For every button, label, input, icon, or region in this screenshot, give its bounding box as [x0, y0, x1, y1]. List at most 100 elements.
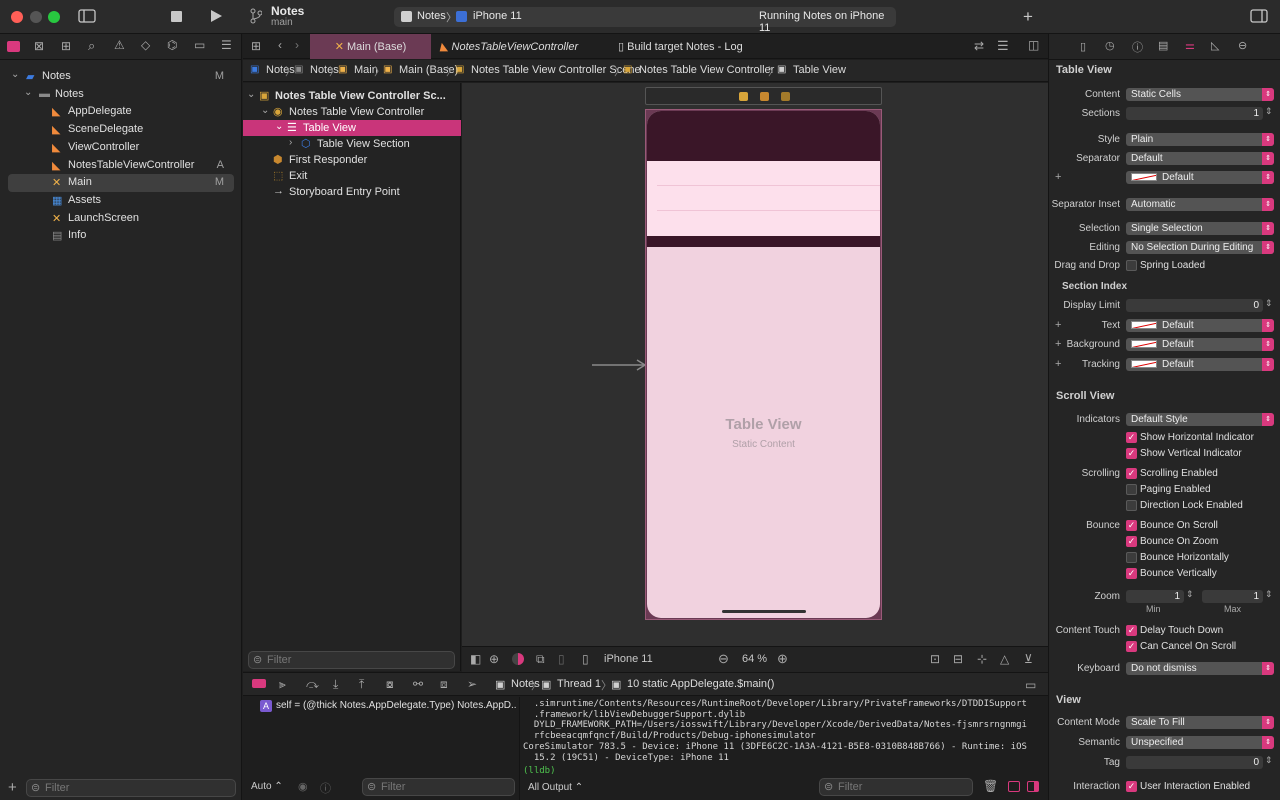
can-cancel-checkbox[interactable]: ✓ [1126, 641, 1137, 652]
view-controller-icon[interactable] [739, 92, 748, 101]
breadcrumb-item[interactable]: Table View [793, 64, 846, 76]
size-inspector-icon[interactable]: ◺ [1211, 39, 1219, 52]
stepper-icon[interactable]: ⇕ [1265, 589, 1273, 600]
outline-filter-field[interactable]: ⊜ Filter [248, 651, 455, 669]
output-selector[interactable]: All Output ⌃ [528, 782, 583, 793]
test-icon[interactable]: ◇ [141, 38, 150, 52]
outline-item[interactable]: ⌄ ▣ Notes Table View Controller Sc... [243, 88, 461, 104]
exit-icon[interactable] [781, 92, 790, 101]
scheme-name[interactable]: Notes [417, 10, 446, 22]
stepper-icon[interactable]: ⇕ [1265, 755, 1273, 766]
spring-loaded-checkbox[interactable] [1126, 260, 1137, 271]
disclosure-closed-icon[interactable]: › [289, 137, 292, 148]
navigator-item[interactable]: ◣ SceneDelegate [0, 121, 242, 139]
zoom-in-icon[interactable]: ⊕ [777, 651, 788, 667]
forward-icon[interactable]: › [295, 38, 299, 52]
editing-popup[interactable]: No Selection During Editing ⇕ [1126, 241, 1274, 254]
find-icon[interactable]: ⌕ [88, 38, 95, 54]
navigator-item[interactable]: ◣ NotesTableViewController A [0, 157, 242, 175]
content-popup[interactable]: Static Cells ⇕ [1126, 88, 1274, 101]
bounce-vertically-checkbox[interactable]: ✓ [1126, 568, 1137, 579]
grid-icon[interactable]: ⊞ [251, 39, 261, 53]
disclosure-chevron-icon[interactable]: ⌄ [261, 105, 269, 116]
zoom-min-field[interactable]: 1 [1126, 590, 1184, 603]
back-icon[interactable]: ‹ [278, 38, 282, 52]
navigator-item[interactable]: ◣ ViewController [0, 139, 242, 157]
history-inspector-icon[interactable]: ◷ [1105, 39, 1115, 52]
paging-enabled-checkbox[interactable] [1126, 484, 1137, 495]
entry-point-arrow[interactable] [592, 359, 648, 371]
debug-icon[interactable]: ⌬ [167, 38, 177, 52]
tab-notes-table-view-controller[interactable]: ◣ NotesTableViewController [440, 34, 600, 59]
orientation-icon[interactable]: ⧉ [536, 652, 545, 667]
folder-icon[interactable] [7, 41, 20, 52]
layout-icon[interactable]: ▯ [558, 652, 565, 666]
show-console-icon[interactable] [1027, 781, 1039, 792]
tab-build-log[interactable]: ▯ Build target Notes - Log [618, 34, 788, 59]
issue-icon[interactable]: ⚠ [114, 38, 125, 52]
debug-breadcrumb-item[interactable]: Thread 1 [557, 678, 601, 690]
step-into-icon[interactable]: ⤓ [333, 677, 338, 692]
console-view[interactable]: .simruntime/Contents/Resources/RuntimeRo… [521, 697, 1048, 800]
breakpoint-icon[interactable]: ▭ [194, 38, 205, 52]
show-vertical-checkbox[interactable]: ✓ [1126, 448, 1137, 459]
direction-lock-checkbox[interactable] [1126, 500, 1137, 511]
disclosure-chevron-icon[interactable]: ⌄ [24, 87, 32, 98]
inspector-toggle-icon[interactable] [1250, 9, 1268, 23]
connections-inspector-icon[interactable]: ⊖ [1238, 39, 1247, 52]
bounce-on-zoom-checkbox[interactable]: ✓ [1126, 536, 1137, 547]
hide-debug-area-icon[interactable]: ▭ [1025, 678, 1036, 692]
selection-popup[interactable]: Single Selection ⇕ [1126, 222, 1274, 235]
zoom-window-button[interactable] [48, 11, 60, 23]
refresh-icon[interactable]: ⇄ [974, 39, 984, 53]
interface-style-icon[interactable] [512, 653, 524, 665]
device-icon[interactable]: ▯ [582, 652, 589, 666]
text-color-popup[interactable]: Default ⇕ [1126, 319, 1274, 332]
tracking-color-popup[interactable]: Default ⇕ [1126, 358, 1274, 371]
display-limit-field[interactable]: 0 [1126, 299, 1263, 312]
memory-graph-icon[interactable]: ⚯ [413, 677, 423, 691]
navigator-item[interactable]: ▦ Assets [0, 192, 242, 210]
scene-frame[interactable]: Table View Static Content [645, 109, 882, 620]
trash-icon[interactable]: 🗑 [983, 779, 998, 793]
view-debugger-icon[interactable]: ⧇ [386, 677, 394, 692]
help-inspector-icon[interactable]: ⓘ [1132, 39, 1143, 55]
stepper-icon[interactable]: ⇕ [1265, 106, 1273, 117]
stepper-icon[interactable]: ⇕ [1186, 589, 1194, 600]
outline-item[interactable]: ⌄ ☰ Table View [243, 120, 461, 136]
storyboard-canvas[interactable]: Table View Static Content [462, 83, 1048, 646]
step-out-icon[interactable]: ⤒ [359, 677, 364, 692]
bounce-horizontally-checkbox[interactable] [1126, 552, 1137, 563]
scheme-selector[interactable]: Notes 〉 iPhone 11 Running Notes on iPhon… [394, 7, 896, 34]
resolve-issues-icon[interactable]: △ [1000, 652, 1009, 666]
appearance-icon[interactable]: ⊕ [489, 652, 499, 666]
zoom-out-icon[interactable]: ⊖ [718, 651, 729, 667]
split-editor-icon[interactable]: ◫ [1028, 38, 1039, 52]
embed-icon[interactable]: ⊻ [1024, 652, 1033, 666]
minimize-window-button[interactable] [30, 11, 42, 23]
content-mode-popup[interactable]: Scale To Fill ⇕ [1126, 716, 1274, 729]
symbol-icon[interactable]: ⊞ [61, 39, 71, 53]
tag-field[interactable]: 0 [1126, 756, 1263, 769]
keyboard-popup[interactable]: Do not dismiss ⇕ [1126, 662, 1274, 675]
auto-selector[interactable]: Auto ⌃ [251, 781, 283, 792]
navigator-item[interactable]: ✕ LaunchScreen [0, 210, 242, 228]
separator-color-popup[interactable]: Default ⇕ [1126, 171, 1274, 184]
add-library-icon[interactable]: + [1023, 7, 1033, 27]
show-horizontal-checkbox[interactable]: ✓ [1126, 432, 1137, 443]
info-icon[interactable]: ⓘ [320, 780, 331, 796]
outline-item[interactable]: ⬢ First Responder [243, 152, 461, 168]
console-filter-field[interactable]: ⊜ Filter [819, 778, 973, 796]
source-control-icon[interactable]: ⊠ [34, 39, 44, 53]
report-icon[interactable]: ☰ [221, 38, 232, 52]
stop-icon[interactable] [171, 11, 182, 22]
step-over-icon[interactable]: ⤼ [306, 677, 319, 692]
identity-inspector-icon[interactable]: ▤ [1158, 39, 1168, 52]
disclosure-chevron-icon[interactable]: ⌄ [11, 69, 19, 80]
delay-touch-checkbox[interactable]: ✓ [1126, 625, 1137, 636]
outline-toggle-icon[interactable]: ◧ [470, 652, 481, 666]
zoom-max-field[interactable]: 1 [1202, 590, 1263, 603]
environment-icon[interactable]: ⧈ [440, 677, 448, 692]
navigator-item[interactable]: ◣ AppDelegate [0, 103, 242, 121]
add-file-icon[interactable]: + [8, 779, 17, 796]
